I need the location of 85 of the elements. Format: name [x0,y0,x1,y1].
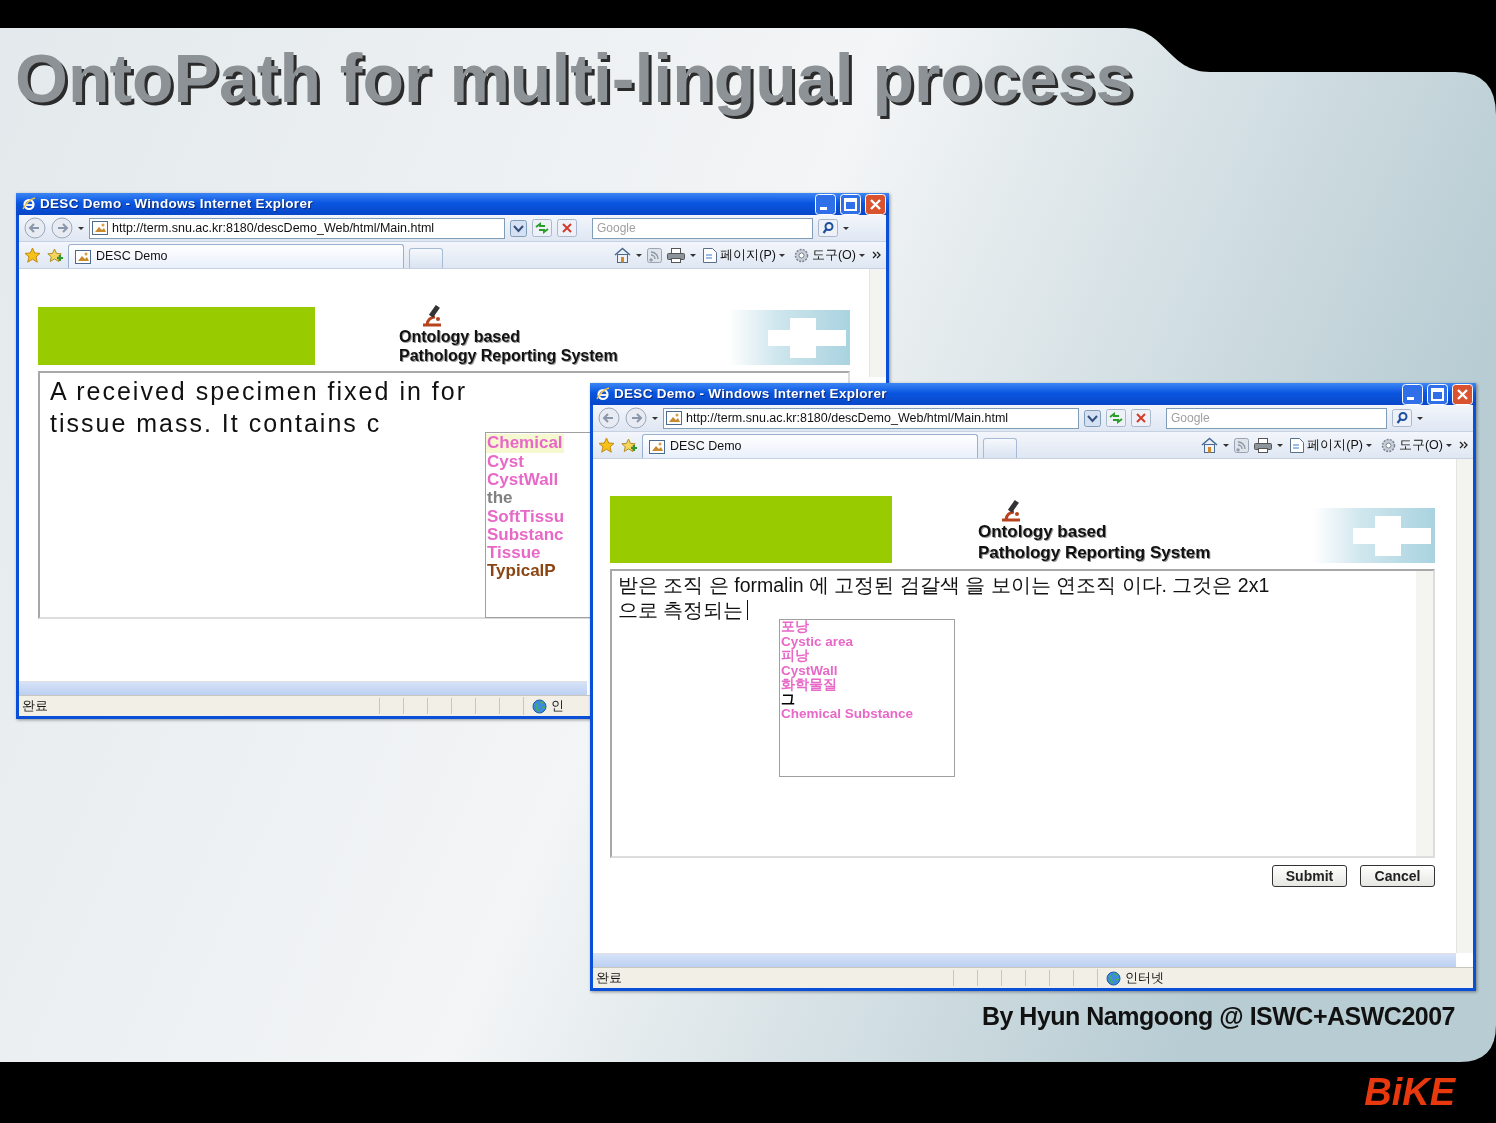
maximize-button[interactable] [1427,383,1448,405]
gear-icon [1380,437,1396,453]
status-text: 완료 [595,969,623,987]
submit-button[interactable]: Submit [1272,865,1347,887]
search-field[interactable]: Google [592,217,813,239]
home-icon[interactable] [1201,437,1219,453]
vertical-scrollbar[interactable] [1416,571,1433,856]
dropdown-button[interactable] [510,219,527,237]
maximize-button[interactable] [840,193,861,215]
page-icon [92,221,108,235]
caret-icon[interactable] [652,416,658,420]
brand-logo: BiKE [1364,1071,1455,1115]
star-icon[interactable] [598,436,615,454]
report-text: A received specimen fixed in for tissue mass. It contains c [49,376,468,440]
slide-title: OntoPath for multi-lingual process [15,39,1135,118]
browser-logo-icon [22,197,36,211]
zone-text: 인 [551,697,564,715]
search-field[interactable]: Google [1166,407,1387,429]
page-menu[interactable]: 페이지(P) [1288,435,1374,455]
tools-menu[interactable]: 도구(O) [1378,435,1454,455]
header-title: Ontology based Pathology Reporting System [978,522,1211,563]
home-icon[interactable] [614,247,632,263]
caret-icon [1446,443,1452,447]
browser-logo-icon [596,387,610,401]
forward-button[interactable] [51,217,73,239]
refresh-button[interactable] [532,219,552,237]
suggestion-item[interactable]: the [486,489,514,508]
search-button[interactable] [1392,409,1412,427]
globe-icon [1106,970,1121,986]
add-favorite-icon[interactable] [46,246,63,264]
stop-button[interactable] [1131,409,1151,427]
tools-menu[interactable]: 도구(O) [791,245,867,265]
address-field[interactable]: http://term.snu.ac.kr:8180/descDemo_Web/html/Main.html [663,407,1079,429]
chevron-icon[interactable] [1459,441,1468,449]
star-icon[interactable] [24,246,41,264]
report-textarea[interactable]: 받은 조직 은 formalin 에 고정된 검갈색 을 보이는 연조직 이다. 그것은 2x1 으로 측정되는 포낭 Cystic area 피낭 CystWall 화학물질 그 Chemical Substance [610,569,1435,858]
page-menu[interactable]: 페이지(P) [701,245,787,265]
printer-icon[interactable] [1254,437,1273,453]
printer-icon[interactable] [667,247,686,263]
browser-tab[interactable]: DESC Demo [642,434,978,458]
suggestion-item[interactable]: TypicalP [486,562,557,581]
caret-icon [859,253,865,257]
caret-icon [1365,443,1372,447]
cancel-button[interactable]: Cancel [1360,865,1435,887]
caret-icon [778,253,785,257]
page-icon [649,439,665,454]
add-favorite-icon[interactable] [620,436,637,454]
close-button[interactable] [1452,383,1473,405]
caret-icon[interactable] [1277,443,1284,447]
gear-icon [793,247,809,263]
credit-text: By Hyun Namgoong @ ISWC+ASWC2007 [981,1000,1455,1032]
browser-tab[interactable]: DESC Demo [68,244,404,268]
caret-icon[interactable] [1417,416,1423,420]
status-text: 완료 [21,697,49,715]
globe-icon [532,698,547,714]
page-icon [75,249,91,264]
caret-icon[interactable] [78,226,84,230]
chevron-icon[interactable] [872,251,881,259]
minimize-button[interactable] [1402,383,1423,405]
address-text: http://term.snu.ac.kr:8180/descDemo_Web/html/Main.html [112,219,435,237]
minimize-button[interactable] [815,193,836,215]
dropdown-button[interactable] [1084,409,1101,427]
header-title: Ontology based Pathology Reporting System [399,327,618,366]
back-button[interactable] [598,407,620,429]
horizontal-scrollbar[interactable] [593,953,1456,967]
stop-button[interactable] [557,219,577,237]
window-title: DESC Demo - Windows Internet Explorer [40,194,314,213]
caret-icon[interactable] [636,253,643,257]
suggestion-item[interactable]: 그 [780,692,796,707]
vertical-scrollbar[interactable] [869,269,886,377]
caret-icon[interactable] [843,226,849,230]
zone-text: 인터넷 [1125,969,1164,987]
caret-icon[interactable] [690,253,697,257]
page-icon [703,247,718,263]
horizontal-scrollbar[interactable] [19,681,587,695]
caret-icon[interactable] [1223,443,1230,447]
page-icon [1290,437,1305,453]
vertical-scrollbar[interactable] [1456,459,1473,953]
search-button[interactable] [818,219,838,237]
back-button[interactable] [24,217,46,239]
refresh-button[interactable] [1106,409,1126,427]
close-button[interactable] [865,193,886,215]
address-field[interactable]: http://term.snu.ac.kr:8180/descDemo_Web/html/Main.html [89,217,505,239]
page-icon [666,411,682,425]
forward-button[interactable] [625,407,647,429]
